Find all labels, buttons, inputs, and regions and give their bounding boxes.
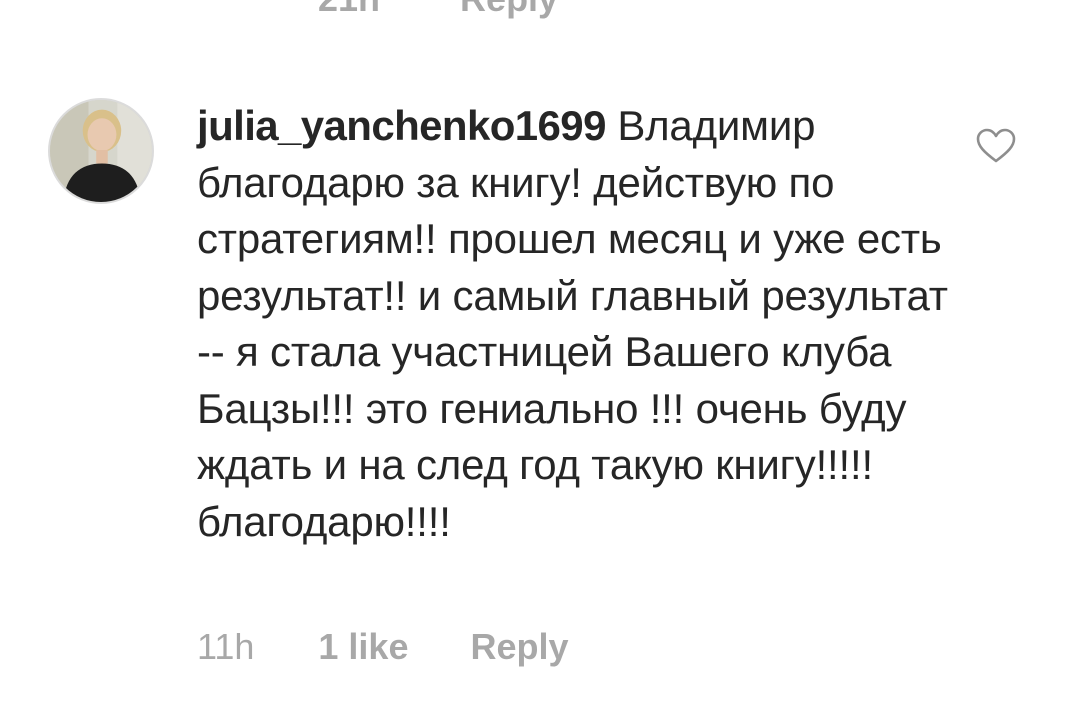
comments-view: 21h Reply julia_yanchenko1699 Владимир б…: [0, 0, 1080, 726]
comment-body: julia_yanchenko1699 Владимир благодарю з…: [197, 98, 957, 550]
previous-comment-time: 21h: [318, 0, 380, 20]
heart-outline-icon[interactable]: [976, 128, 1016, 164]
reply-button[interactable]: Reply: [470, 626, 568, 668]
comment-likes-count[interactable]: 1 like: [318, 626, 408, 668]
comment-time: 11h: [197, 626, 255, 667]
previous-comment-reply-button[interactable]: Reply: [460, 0, 558, 20]
avatar[interactable]: [48, 98, 154, 204]
comment-meta: 11h 1 like Reply: [197, 626, 569, 668]
comment-text: Владимир благодарю за книгу! действую по…: [197, 102, 948, 545]
comment-username[interactable]: julia_yanchenko1699: [197, 102, 606, 149]
previous-comment-meta: 21h Reply: [318, 0, 558, 20]
